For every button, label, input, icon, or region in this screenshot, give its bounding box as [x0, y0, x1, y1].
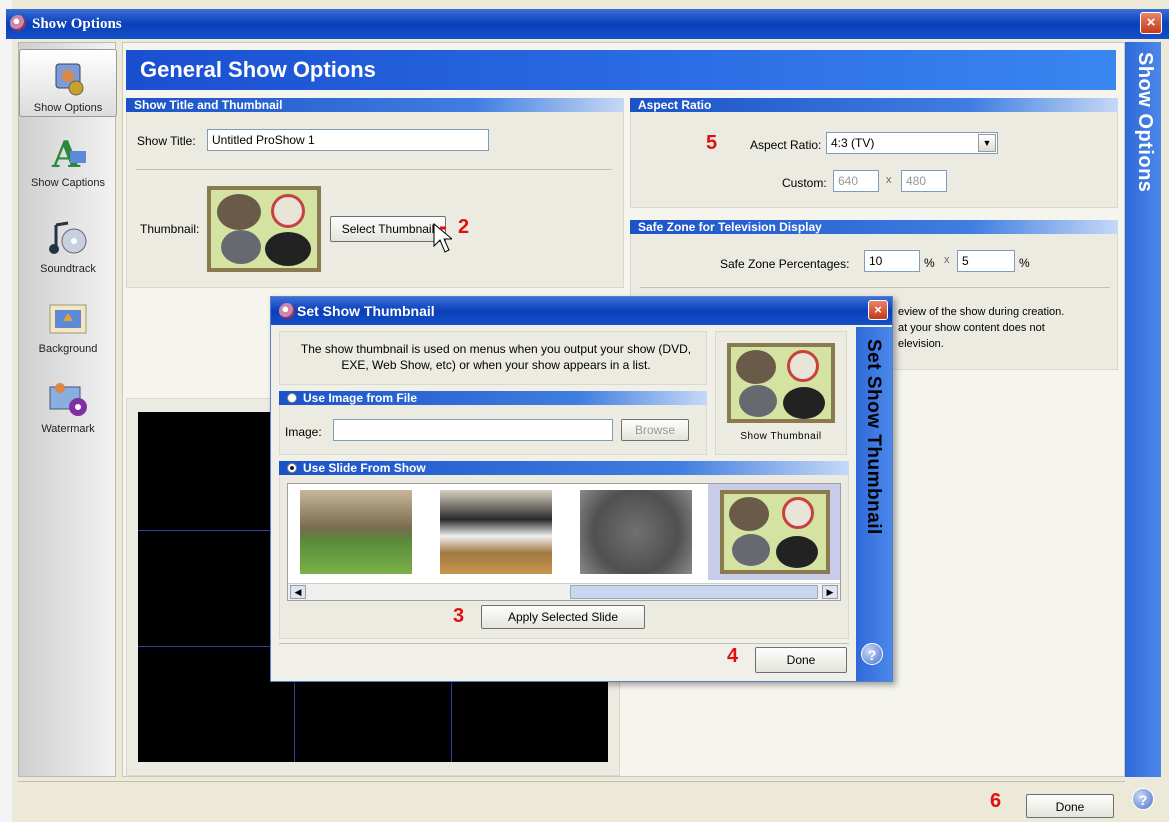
- slide-3-thumbnail[interactable]: [580, 490, 692, 574]
- dialog-vertical-tab: Set Show Thumbnail: [856, 327, 892, 681]
- ornament-image: [271, 194, 305, 228]
- sidebar: Show Options A Show Captions Soundtrack …: [18, 42, 117, 777]
- cat-photo-1: [729, 497, 769, 531]
- show-thumbnail-preview: [727, 343, 835, 423]
- done-button[interactable]: Done: [1026, 794, 1114, 818]
- custom-x-label: x: [886, 174, 892, 186]
- divider: [18, 781, 1125, 782]
- safe-zone-desc-2: at your show content does not: [898, 322, 1045, 334]
- soundtrack-icon: [49, 221, 87, 254]
- sidebar-item-soundtrack[interactable]: Soundtrack: [19, 219, 117, 287]
- dialog-help-icon[interactable]: ?: [861, 643, 883, 665]
- set-show-thumbnail-dialog: Set Show Thumbnail × The show thumbnail …: [270, 296, 893, 682]
- scrollbar-thumb[interactable]: [570, 585, 818, 599]
- sidebar-item-show-captions[interactable]: A Show Captions: [19, 133, 117, 201]
- watermark-icon: [49, 383, 87, 416]
- background-window-edge: [0, 0, 12, 822]
- select-thumbnail-button[interactable]: Select Thumbnail: [330, 216, 446, 242]
- use-slide-from-show-option[interactable]: Use Slide From Show: [279, 461, 849, 475]
- cat-photo-3: [776, 536, 818, 568]
- captions-icon: A: [51, 134, 86, 173]
- divider: [279, 643, 849, 644]
- cat-photo-1: [217, 194, 261, 230]
- section-heading-title: Show Title and Thumbnail: [126, 98, 624, 112]
- divider: [640, 287, 1110, 288]
- custom-width-input[interactable]: 640: [833, 170, 879, 192]
- cat-photo-1: [736, 350, 776, 384]
- page-title: General Show Options: [126, 50, 1116, 90]
- pct-label-1: %: [924, 256, 935, 270]
- apply-selected-slide-button[interactable]: Apply Selected Slide: [481, 605, 645, 629]
- close-button[interactable]: ×: [1140, 12, 1162, 34]
- cat-photo-3: [265, 232, 311, 266]
- slide-4-selected[interactable]: [708, 484, 840, 580]
- sidebar-item-watermark[interactable]: Watermark: [19, 379, 117, 447]
- sidebar-item-show-options[interactable]: Show Options: [19, 49, 117, 117]
- cat-photo-2: [221, 230, 261, 264]
- safe-zone-label: Safe Zone Percentages:: [720, 257, 850, 271]
- use-image-from-file-option[interactable]: Use Image from File: [279, 391, 707, 405]
- slide-2-thumbnail[interactable]: [440, 490, 552, 574]
- dialog-app-icon: [279, 303, 295, 319]
- dialog-close-button[interactable]: ×: [868, 300, 888, 320]
- window-title: Show Options: [32, 16, 122, 32]
- mouse-cursor-icon: [433, 222, 452, 253]
- cat-photo-2: [732, 534, 770, 566]
- x-label: x: [944, 254, 950, 266]
- annotation-2: 2: [458, 216, 470, 238]
- annotation-5: 5: [706, 132, 718, 154]
- cat-photo-2: [739, 385, 777, 417]
- ornament-image: [782, 497, 814, 529]
- annotation-4: 4: [727, 645, 739, 667]
- aspect-ratio-select[interactable]: 4:3 (TV) ▼: [826, 132, 998, 154]
- help-icon[interactable]: ?: [1132, 788, 1154, 810]
- sidebar-item-background[interactable]: Background: [19, 299, 117, 367]
- scroll-left-icon[interactable]: ◀: [290, 585, 306, 599]
- pct-label-2: %: [1019, 256, 1030, 270]
- dialog-titlebar: Set Show Thumbnail: [271, 297, 892, 325]
- aspect-ratio-label: Aspect Ratio:: [750, 138, 822, 152]
- annotation-6: 6: [990, 790, 1002, 812]
- show-title-input[interactable]: Untitled ProShow 1: [207, 129, 489, 151]
- browse-button[interactable]: Browse: [621, 419, 689, 441]
- image-path-input[interactable]: [333, 419, 613, 441]
- show-options-icon: [55, 63, 84, 96]
- custom-label: Custom:: [782, 176, 827, 190]
- slide-strip: ◀ ▶: [287, 483, 841, 601]
- custom-height-input[interactable]: 480: [901, 170, 947, 192]
- slide-radio[interactable]: [287, 462, 297, 473]
- safe-zone-y-input[interactable]: 5: [957, 250, 1015, 272]
- dialog-done-button[interactable]: Done: [755, 647, 847, 673]
- show-thumbnail-label: Show Thumbnail: [740, 431, 822, 442]
- slide-4-thumbnail: [720, 490, 830, 574]
- show-title-label: Show Title:: [137, 134, 196, 148]
- app-icon: [10, 15, 26, 31]
- annotation-3: 3: [453, 605, 465, 627]
- safe-zone-desc-3: elevision.: [898, 338, 944, 350]
- title-thumbnail-panel: [126, 98, 624, 288]
- dialog-description: The show thumbnail is used on menus when…: [300, 342, 692, 372]
- chevron-down-icon[interactable]: ▼: [978, 134, 996, 152]
- background-icon: [49, 304, 87, 334]
- show-options-vertical-tab: Show Options: [1125, 42, 1161, 777]
- file-radio[interactable]: [287, 392, 297, 403]
- thumbnail-image: [207, 186, 321, 272]
- scroll-right-icon[interactable]: ▶: [822, 585, 838, 599]
- thumbnail-label: Thumbnail:: [140, 222, 200, 236]
- slide-1-thumbnail[interactable]: [300, 490, 412, 574]
- image-label: Image:: [285, 425, 322, 439]
- section-heading-safe-zone: Safe Zone for Television Display: [630, 220, 1118, 234]
- safe-zone-x-input[interactable]: 10: [864, 250, 920, 272]
- section-heading-aspect: Aspect Ratio: [630, 98, 1118, 112]
- window-titlebar: Show Options: [6, 9, 1169, 39]
- horizontal-scrollbar[interactable]: ◀ ▶: [288, 583, 840, 600]
- cat-photo-3: [783, 387, 825, 419]
- divider: [136, 169, 612, 170]
- ornament-image: [787, 350, 819, 382]
- safe-zone-desc-1: eview of the show during creation.: [898, 306, 1065, 318]
